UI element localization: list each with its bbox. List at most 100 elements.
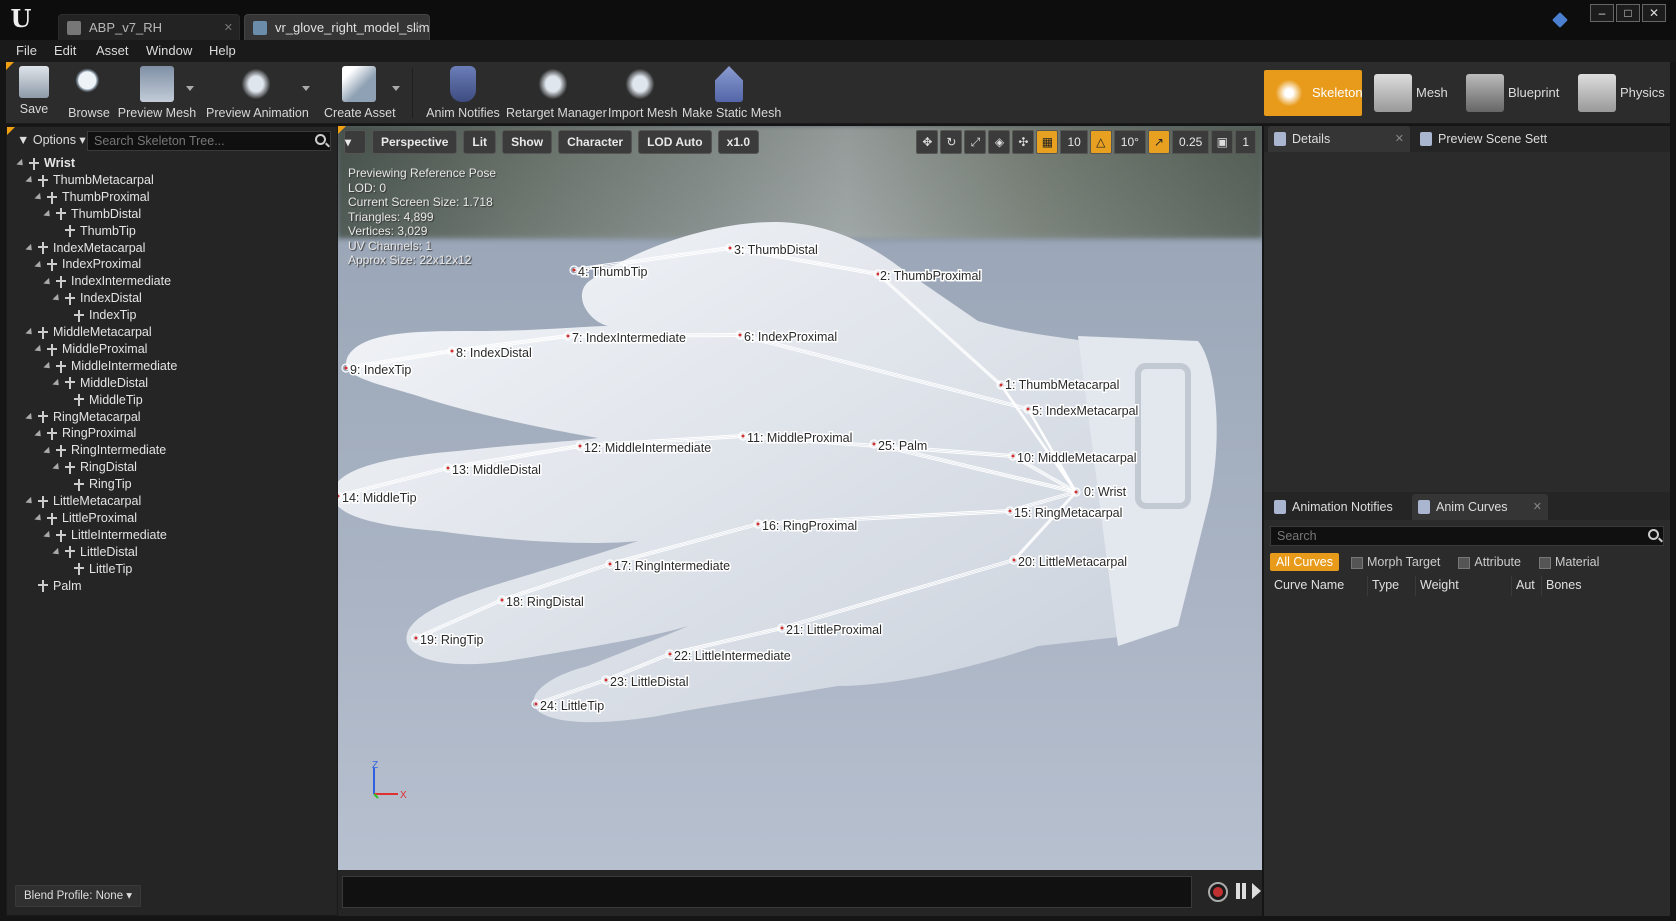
- close-icon[interactable]: ✕: [224, 15, 233, 41]
- unreal-logo-icon[interactable]: U: [6, 4, 36, 34]
- tab-skeleton[interactable]: vr_glove_right_model_slim ✕: [244, 14, 430, 40]
- viewport-options-button[interactable]: ▾: [344, 130, 366, 154]
- tree-row[interactable]: IndexIntermediate: [43, 273, 171, 290]
- scale-icon[interactable]: ⤢: [964, 130, 987, 154]
- tab-details[interactable]: Details ✕: [1268, 126, 1410, 152]
- tree-row[interactable]: RingProximal: [34, 425, 136, 442]
- menu-asset[interactable]: Asset: [96, 43, 129, 58]
- grid-snap-value[interactable]: 10: [1060, 130, 1088, 154]
- world-local-icon[interactable]: ◈: [988, 130, 1011, 154]
- chevron-down-icon[interactable]: [186, 86, 194, 91]
- menu-window[interactable]: Window: [146, 43, 192, 58]
- tree-row[interactable]: ThumbMetacarpal: [25, 172, 154, 189]
- scale-snap-icon[interactable]: ↗: [1147, 130, 1170, 154]
- expand-arrow-icon[interactable]: [52, 294, 62, 304]
- import-mesh-button[interactable]: Import Mesh: [608, 64, 677, 122]
- expand-arrow-icon[interactable]: [34, 513, 44, 524]
- mode-physics-button[interactable]: Physics: [1572, 70, 1668, 116]
- rotation-snap-icon[interactable]: △: [1089, 130, 1112, 154]
- character-button[interactable]: Character: [558, 130, 633, 154]
- tree-row[interactable]: LittleTip: [62, 561, 132, 578]
- menu-file[interactable]: File: [16, 43, 37, 58]
- timeline-scrubber[interactable]: [342, 876, 1192, 908]
- rotation-snap-value[interactable]: 10°: [1113, 130, 1146, 154]
- tree-row[interactable]: ThumbDistal: [43, 206, 141, 223]
- column-bones[interactable]: Bones: [1542, 576, 1602, 596]
- save-button[interactable]: Save: [12, 64, 56, 122]
- tab-animation-notifies[interactable]: Animation Notifies: [1268, 494, 1408, 520]
- pause-button[interactable]: [1236, 883, 1246, 899]
- expand-arrow-icon[interactable]: [43, 361, 53, 372]
- tree-row[interactable]: LittleMetacarpal: [25, 493, 141, 510]
- expand-arrow-icon[interactable]: [43, 446, 53, 456]
- tab-preview-scene[interactable]: Preview Scene Sett: [1414, 126, 1554, 152]
- preview-animation-button[interactable]: Preview Animation: [206, 64, 309, 122]
- expand-arrow-icon[interactable]: [25, 412, 35, 422]
- tree-row[interactable]: MiddleProximal: [34, 341, 147, 358]
- retarget-manager-button[interactable]: Retarget Manager: [506, 64, 607, 122]
- expand-arrow-icon[interactable]: [43, 277, 53, 287]
- tree-row[interactable]: MiddleDistal: [52, 375, 148, 392]
- preview-viewport[interactable]: 0: Wrist 1: ThumbMetacarpal 2: ThumbProxim…: [338, 126, 1262, 870]
- tree-row[interactable]: RingMetacarpal: [25, 409, 141, 426]
- minimize-button[interactable]: –: [1590, 4, 1614, 22]
- checkbox-icon[interactable]: [1350, 556, 1363, 569]
- tree-row[interactable]: ThumbTip: [53, 223, 136, 240]
- mode-mesh-button[interactable]: Mesh: [1368, 70, 1452, 116]
- tree-row[interactable]: RingDistal: [52, 459, 137, 476]
- close-button[interactable]: ✕: [1642, 4, 1666, 22]
- tree-row[interactable]: MiddleMetacarpal: [25, 324, 152, 341]
- chevron-down-icon[interactable]: [392, 86, 400, 91]
- filter-material[interactable]: Material: [1533, 553, 1605, 571]
- filter-attribute[interactable]: Attribute: [1452, 553, 1527, 571]
- filter-all-curves[interactable]: All Curves: [1270, 553, 1339, 571]
- step-forward-button[interactable]: [1252, 883, 1261, 899]
- source-control-icon[interactable]: [1552, 12, 1568, 28]
- expand-arrow-icon[interactable]: [52, 547, 62, 557]
- column-curve-name[interactable]: Curve Name: [1270, 576, 1368, 596]
- maximize-button[interactable]: □: [1616, 4, 1640, 22]
- skeleton-search-input[interactable]: Search Skeleton Tree...: [87, 131, 331, 151]
- menu-help[interactable]: Help: [209, 43, 236, 58]
- close-icon[interactable]: ✕: [1395, 126, 1404, 152]
- tree-row[interactable]: LittleIntermediate: [43, 527, 167, 544]
- expand-arrow-icon[interactable]: [52, 463, 62, 473]
- close-icon[interactable]: ✕: [414, 15, 423, 41]
- tree-row[interactable]: IndexProximal: [34, 256, 141, 273]
- mode-skeleton-button[interactable]: Skeleton: [1264, 70, 1363, 116]
- create-asset-button[interactable]: Create Asset: [324, 64, 396, 122]
- perspective-button[interactable]: Perspective: [372, 130, 458, 154]
- options-dropdown[interactable]: ▼ Options ▾: [17, 132, 86, 147]
- lit-button[interactable]: Lit: [463, 130, 497, 154]
- tree-row[interactable]: IndexTip: [62, 307, 136, 324]
- browse-button[interactable]: Browse: [64, 64, 114, 122]
- column-type[interactable]: Type: [1368, 576, 1416, 596]
- tab-abp[interactable]: ABP_v7_RH ✕: [58, 14, 240, 40]
- expand-arrow-icon[interactable]: [25, 497, 35, 507]
- tree-row[interactable]: MiddleTip: [62, 392, 143, 409]
- mode-blueprint-button[interactable]: Blueprint: [1460, 70, 1564, 116]
- expand-arrow-icon[interactable]: [43, 530, 53, 541]
- grid-snap-icon[interactable]: ▦: [1036, 130, 1059, 154]
- close-icon[interactable]: ✕: [1533, 494, 1542, 520]
- chevron-down-icon[interactable]: [302, 86, 310, 91]
- tree-row[interactable]: ThumbProximal: [34, 189, 150, 206]
- blend-profile-dropdown[interactable]: Blend Profile: None ▾: [15, 885, 142, 907]
- expand-arrow-icon[interactable]: [34, 260, 44, 270]
- tree-row[interactable]: Palm: [26, 578, 81, 595]
- tree-row[interactable]: LittleDistal: [52, 544, 138, 561]
- tree-row[interactable]: IndexDistal: [52, 290, 142, 307]
- playback-speed-button[interactable]: x1.0: [717, 130, 759, 154]
- camera-speed-value[interactable]: 1: [1235, 130, 1256, 154]
- expand-arrow-icon[interactable]: [34, 192, 44, 203]
- column-auto[interactable]: Aut: [1512, 576, 1542, 596]
- tree-row[interactable]: RingTip: [62, 476, 132, 493]
- make-static-mesh-button[interactable]: Make Static Mesh: [682, 64, 781, 122]
- camera-speed-icon[interactable]: ▣: [1211, 130, 1234, 154]
- expand-arrow-icon[interactable]: [34, 344, 44, 355]
- anim-notifies-button[interactable]: Anim Notifies: [426, 64, 500, 122]
- record-button[interactable]: [1208, 882, 1228, 902]
- surface-snap-icon[interactable]: ✣: [1012, 130, 1035, 154]
- expand-arrow-icon[interactable]: [25, 328, 35, 338]
- tab-anim-curves[interactable]: Anim Curves ✕: [1412, 494, 1548, 520]
